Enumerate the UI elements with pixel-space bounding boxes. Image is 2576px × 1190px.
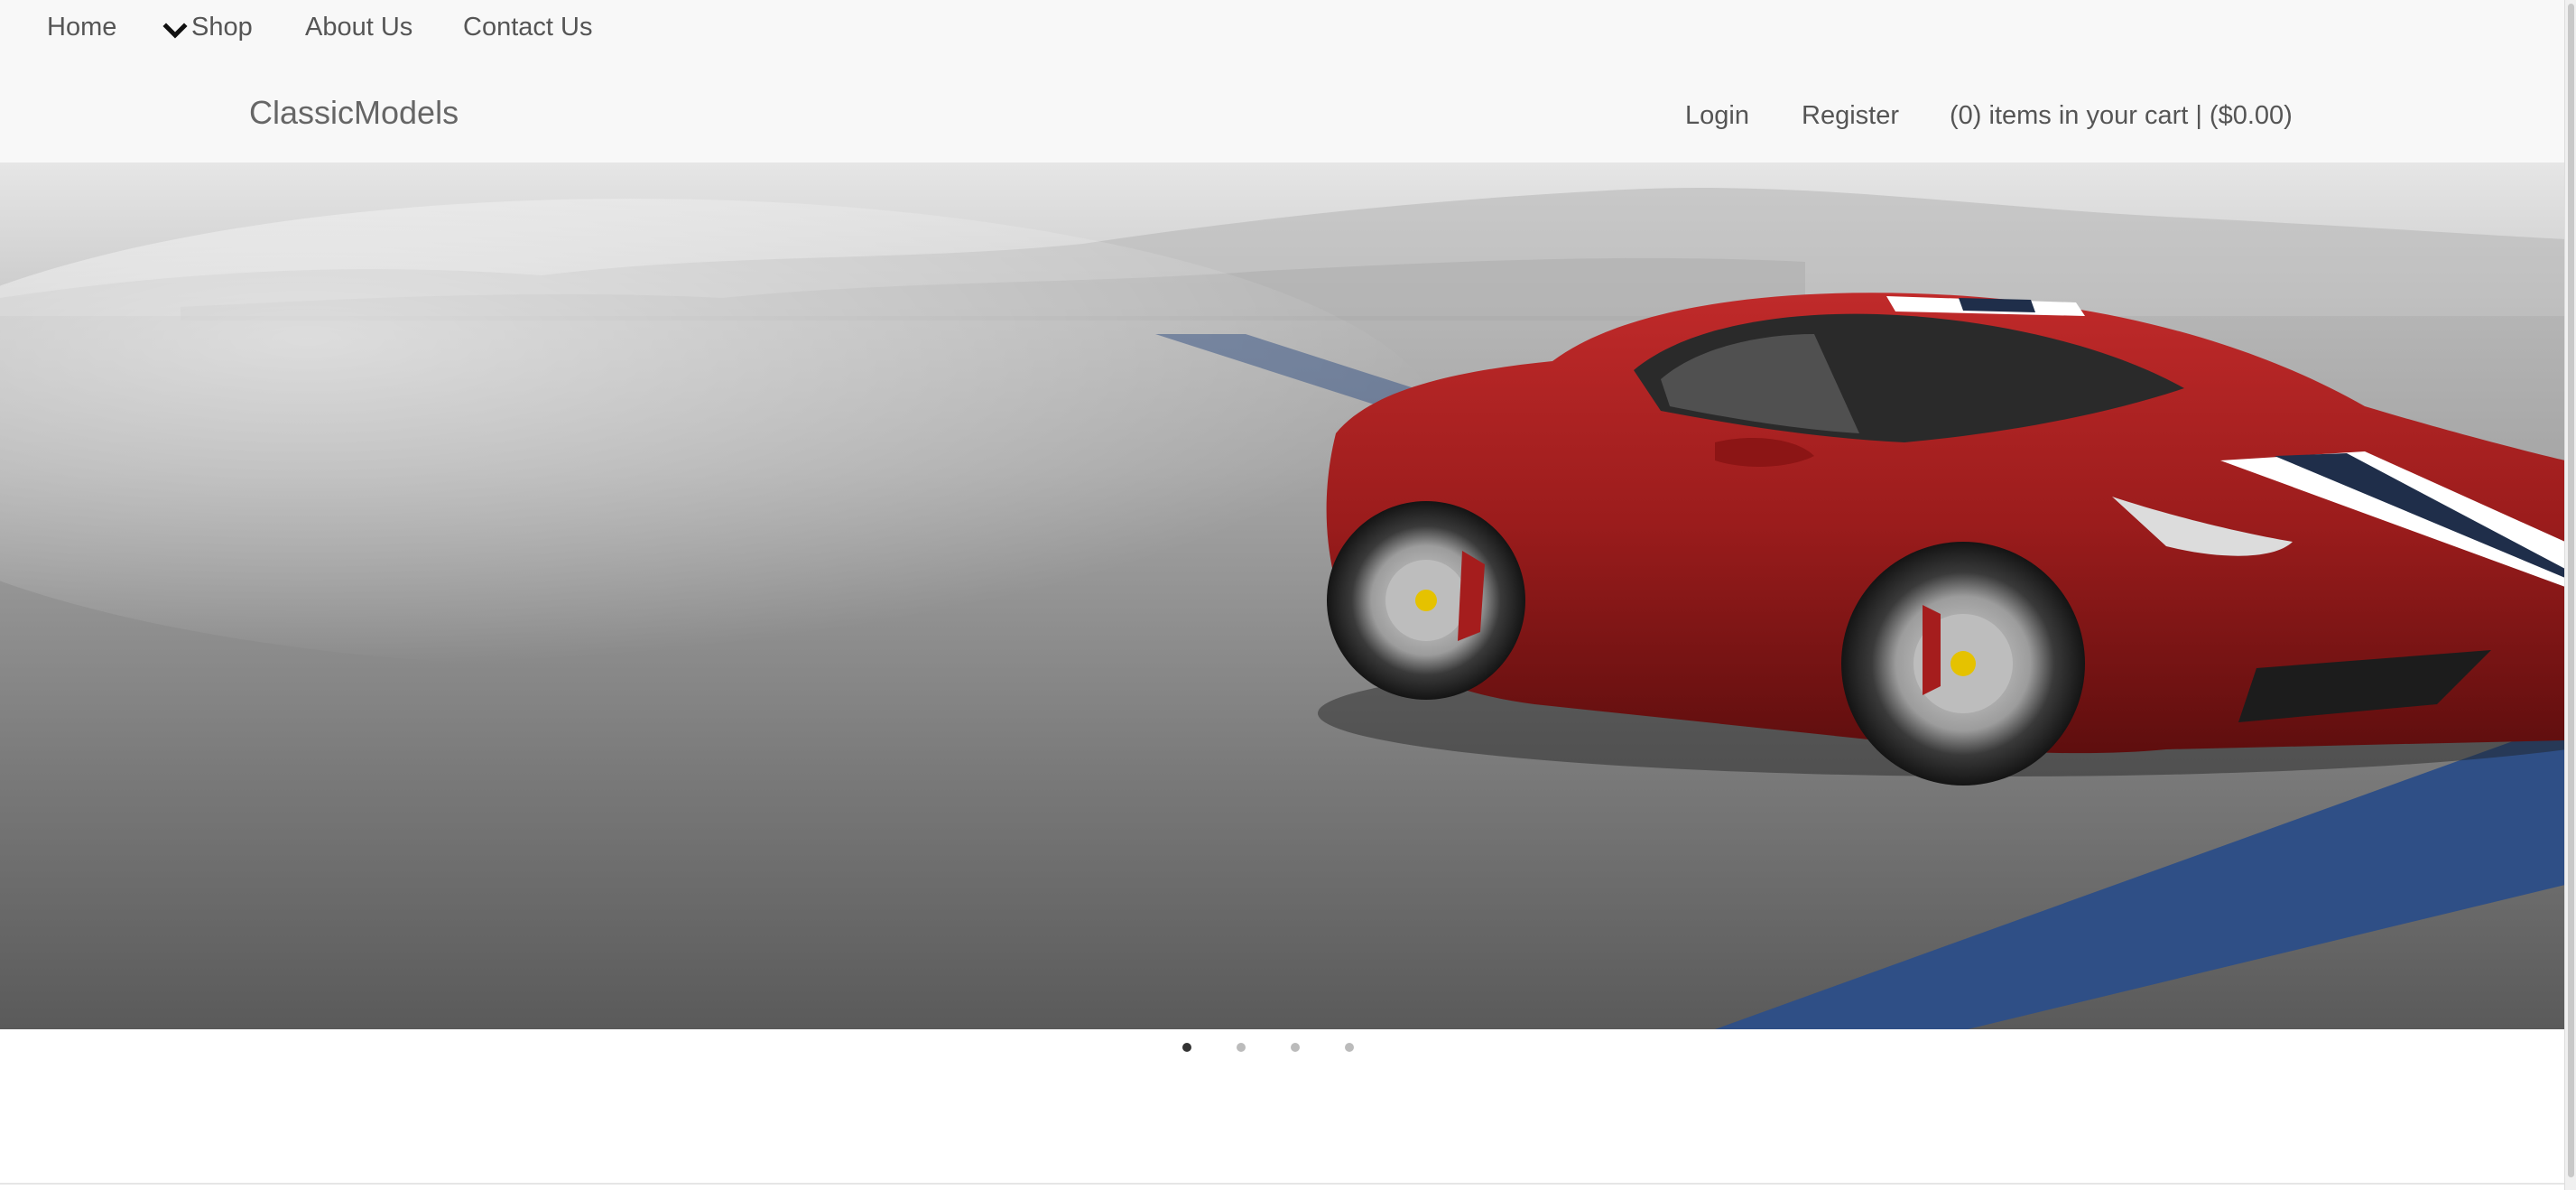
nav-contact-link[interactable]: Contact Us xyxy=(463,13,592,42)
carousel-indicators xyxy=(1182,1038,1399,1056)
carousel-indicator-2[interactable] xyxy=(1237,1043,1246,1052)
nav-shop-link[interactable]: Shop xyxy=(162,13,253,42)
carousel-indicator-1[interactable] xyxy=(1182,1043,1191,1052)
scrollbar-thumb[interactable] xyxy=(2568,4,2574,1177)
hero-carousel-slide[interactable] xyxy=(0,163,2565,1029)
login-link[interactable]: Login xyxy=(1685,101,1749,131)
navbar: Home Shop About Us Contact Us ClassicMod… xyxy=(0,0,2565,163)
page: Home Shop About Us Contact Us ClassicMod… xyxy=(0,0,2576,1190)
nav-shop-label: Shop xyxy=(191,13,253,42)
carousel-indicator-4[interactable] xyxy=(1345,1043,1354,1052)
hero-car-image xyxy=(0,163,2565,1029)
carousel-indicator-3[interactable] xyxy=(1291,1043,1300,1052)
cart-summary-link[interactable]: (0) items in your cart | ($0.00) xyxy=(1950,101,2293,131)
register-link[interactable]: Register xyxy=(1802,101,1899,131)
brand-logo-link[interactable]: ClassicModels xyxy=(249,94,459,132)
nav-about-link[interactable]: About Us xyxy=(305,13,412,42)
vertical-scrollbar[interactable] xyxy=(2564,0,2576,1190)
chevron-down-icon xyxy=(162,18,188,39)
nav-home-link[interactable]: Home xyxy=(47,13,116,42)
content-divider xyxy=(0,1183,2565,1185)
